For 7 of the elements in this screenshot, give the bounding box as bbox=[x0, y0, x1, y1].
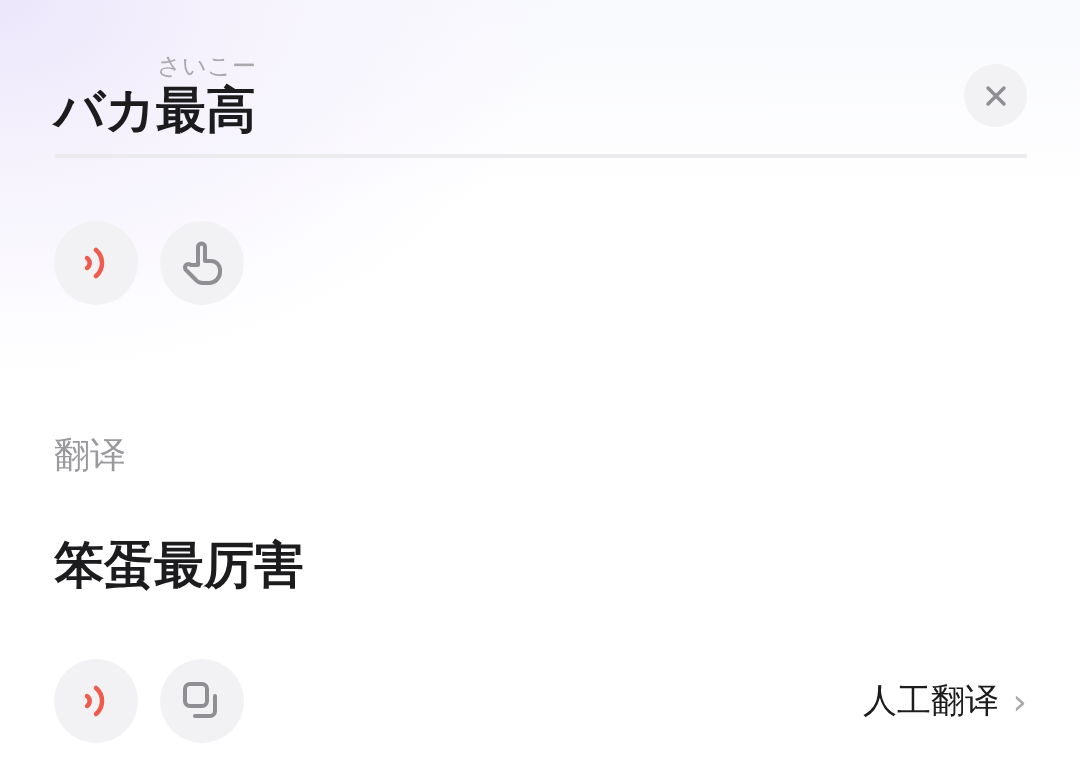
word-text: 最高 bbox=[156, 80, 256, 140]
reading-text: さいこー bbox=[156, 54, 256, 78]
translation-text: 笨蛋最厉害 bbox=[54, 535, 305, 595]
section-label: 翻译 bbox=[54, 437, 127, 473]
human-translation-link[interactable]: 人工翻译 › bbox=[862, 678, 1027, 724]
word-text: バカ bbox=[54, 80, 156, 140]
close-icon bbox=[984, 84, 1007, 107]
